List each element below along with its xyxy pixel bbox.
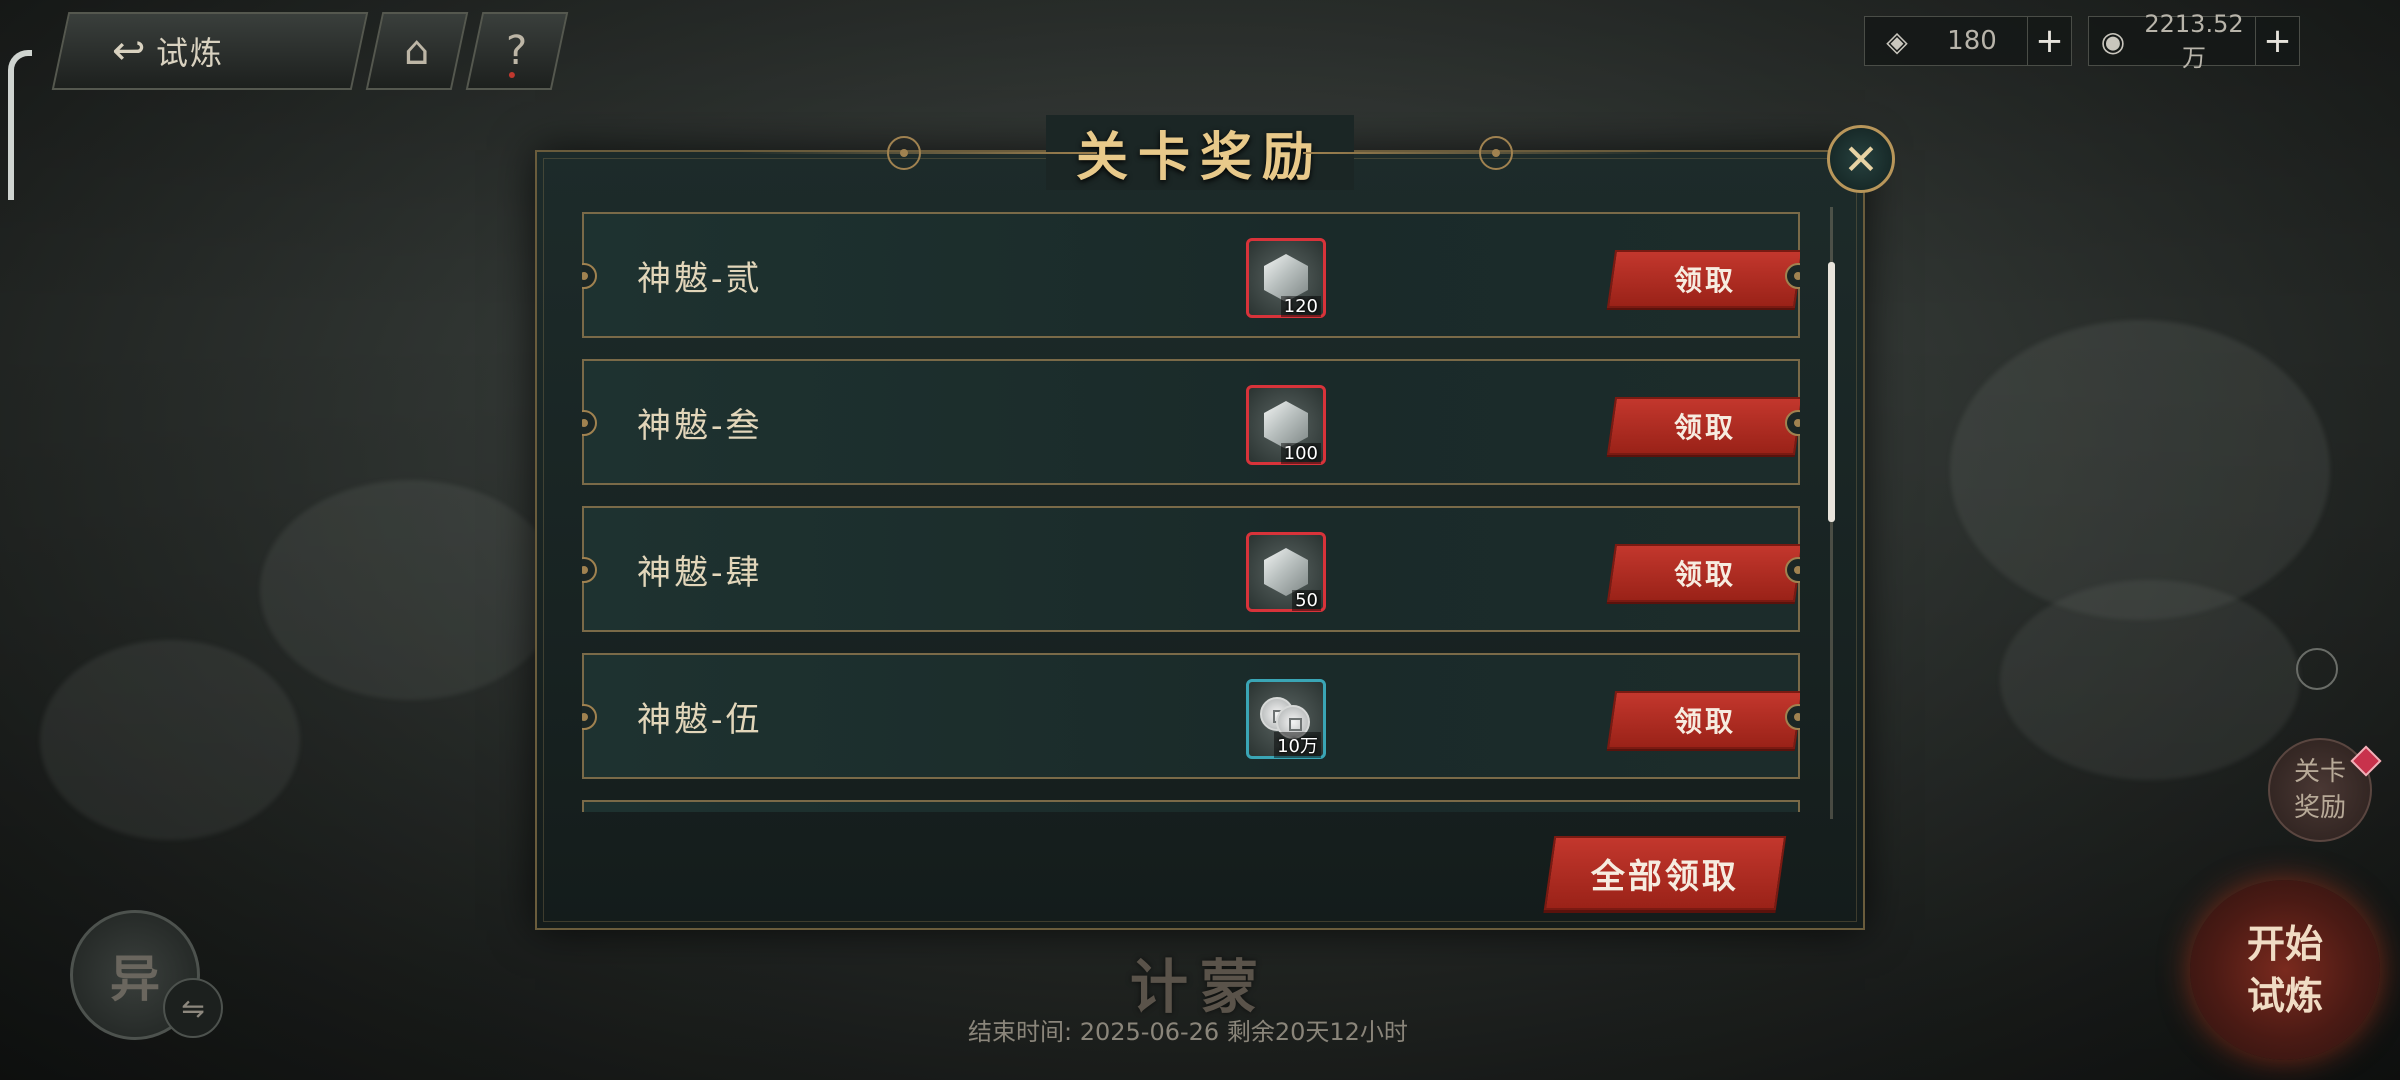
reward-item[interactable]: 120 bbox=[1246, 238, 1326, 318]
back-arrow-icon: ↩ bbox=[112, 28, 146, 74]
claim-button[interactable]: 领取 bbox=[1606, 250, 1800, 308]
stage-name: 神魃-叁 bbox=[637, 405, 763, 446]
event-end-time: 结束时间: 2025-06-26 剩余20天12小时 bbox=[968, 1018, 1408, 1046]
jade-value: 180 bbox=[1947, 26, 1997, 56]
jade-icon: ◈ bbox=[1886, 24, 1908, 58]
title-ornament-icon bbox=[1479, 136, 1513, 170]
row-ornament-icon bbox=[582, 557, 597, 583]
help-button[interactable]: ? bbox=[465, 12, 569, 90]
claim-button-label: 领取 bbox=[1673, 705, 1736, 738]
stage-name: 神魃-伍 bbox=[637, 699, 763, 740]
claim-button[interactable]: 领取 bbox=[1606, 691, 1800, 749]
back-label: 试炼 bbox=[155, 34, 224, 72]
stage-reward-button-label: 关卡奖励 bbox=[2293, 757, 2346, 823]
coin-currency: ◉ 2213.52万 + bbox=[2088, 10, 2300, 72]
crystal-icon bbox=[1264, 401, 1308, 449]
close-icon: ✕ bbox=[1843, 134, 1879, 184]
crystal-icon bbox=[1264, 254, 1308, 302]
stage-reward-dialog: 关卡奖励 神魃-贰 120 领取 神魃-叁 100 领取 神魃-肆 50 领取 … bbox=[535, 114, 1865, 930]
reward-row: 神魃-贰 120 领取 bbox=[582, 212, 1800, 338]
jade-currency: ◈ 180 + bbox=[1864, 16, 2072, 66]
row-ornament-icon bbox=[582, 410, 597, 436]
side-drawer-handle[interactable] bbox=[8, 50, 32, 200]
coin-value: 2213.52万 bbox=[2144, 9, 2244, 72]
claim-button[interactable]: 领取 bbox=[1606, 544, 1800, 602]
home-button[interactable]: ⌂ bbox=[365, 12, 469, 90]
stage-name: 神魃-肆 bbox=[637, 552, 763, 593]
start-trial-label: 开始试炼 bbox=[2246, 921, 2323, 1018]
swap-button[interactable]: ⇋ bbox=[163, 978, 223, 1038]
coin-add-button[interactable]: + bbox=[2255, 17, 2299, 65]
help-notification-dot bbox=[508, 72, 515, 78]
swap-icon: ⇋ bbox=[181, 991, 205, 1025]
claim-button-label: 领取 bbox=[1673, 558, 1736, 591]
row-ornament-icon bbox=[582, 704, 597, 730]
reward-row bbox=[582, 800, 1800, 812]
claim-button[interactable]: 领取 bbox=[1606, 397, 1800, 455]
reward-list[interactable]: 神魃-贰 120 领取 神魃-叁 100 领取 神魃-肆 50 领取 神魃-伍 … bbox=[582, 212, 1800, 812]
reward-row: 神魃-肆 50 领取 bbox=[582, 506, 1800, 632]
stage-name: 神魃-贰 bbox=[637, 258, 763, 299]
crystal-icon bbox=[1264, 548, 1308, 596]
reward-row: 神魃-伍 10万 领取 bbox=[582, 653, 1800, 779]
claim-button-label: 领取 bbox=[1673, 264, 1736, 297]
reward-row: 神魃-叁 100 领取 bbox=[582, 359, 1800, 485]
reward-item[interactable]: 50 bbox=[1246, 532, 1326, 612]
home-icon: ⌂ bbox=[404, 28, 430, 74]
back-button[interactable]: ↩ 试炼 bbox=[51, 12, 369, 90]
reward-quantity: 100 bbox=[1280, 443, 1321, 464]
row-ornament-icon bbox=[582, 263, 597, 289]
claim-all-button[interactable]: 全部领取 bbox=[1543, 836, 1787, 910]
coin-icon: ◉ bbox=[2100, 24, 2126, 58]
reward-item[interactable]: 100 bbox=[1246, 385, 1326, 465]
top-navigation: ↩ 试炼 ⌂ ? bbox=[51, 12, 569, 90]
close-dialog-button[interactable]: ✕ bbox=[1827, 125, 1895, 193]
ring-ornament-icon bbox=[2296, 648, 2338, 690]
jade-add-button[interactable]: + bbox=[2027, 17, 2071, 65]
reward-quantity: 10万 bbox=[1274, 732, 1321, 758]
reward-quantity: 120 bbox=[1280, 296, 1321, 317]
title-ornament-icon bbox=[887, 136, 921, 170]
dialog-header: 关卡奖励 bbox=[537, 112, 1863, 192]
claim-button-label: 领取 bbox=[1673, 411, 1736, 444]
reward-quantity: 50 bbox=[1292, 590, 1321, 611]
scrollbar-thumb[interactable] bbox=[1828, 262, 1835, 522]
start-trial-button[interactable]: 开始试炼 bbox=[2190, 880, 2380, 1060]
help-icon: ? bbox=[506, 28, 528, 74]
claim-all-label: 全部领取 bbox=[1591, 856, 1739, 897]
variant-orb-label: 异 bbox=[110, 949, 160, 1008]
reward-item[interactable]: 10万 bbox=[1246, 679, 1326, 759]
